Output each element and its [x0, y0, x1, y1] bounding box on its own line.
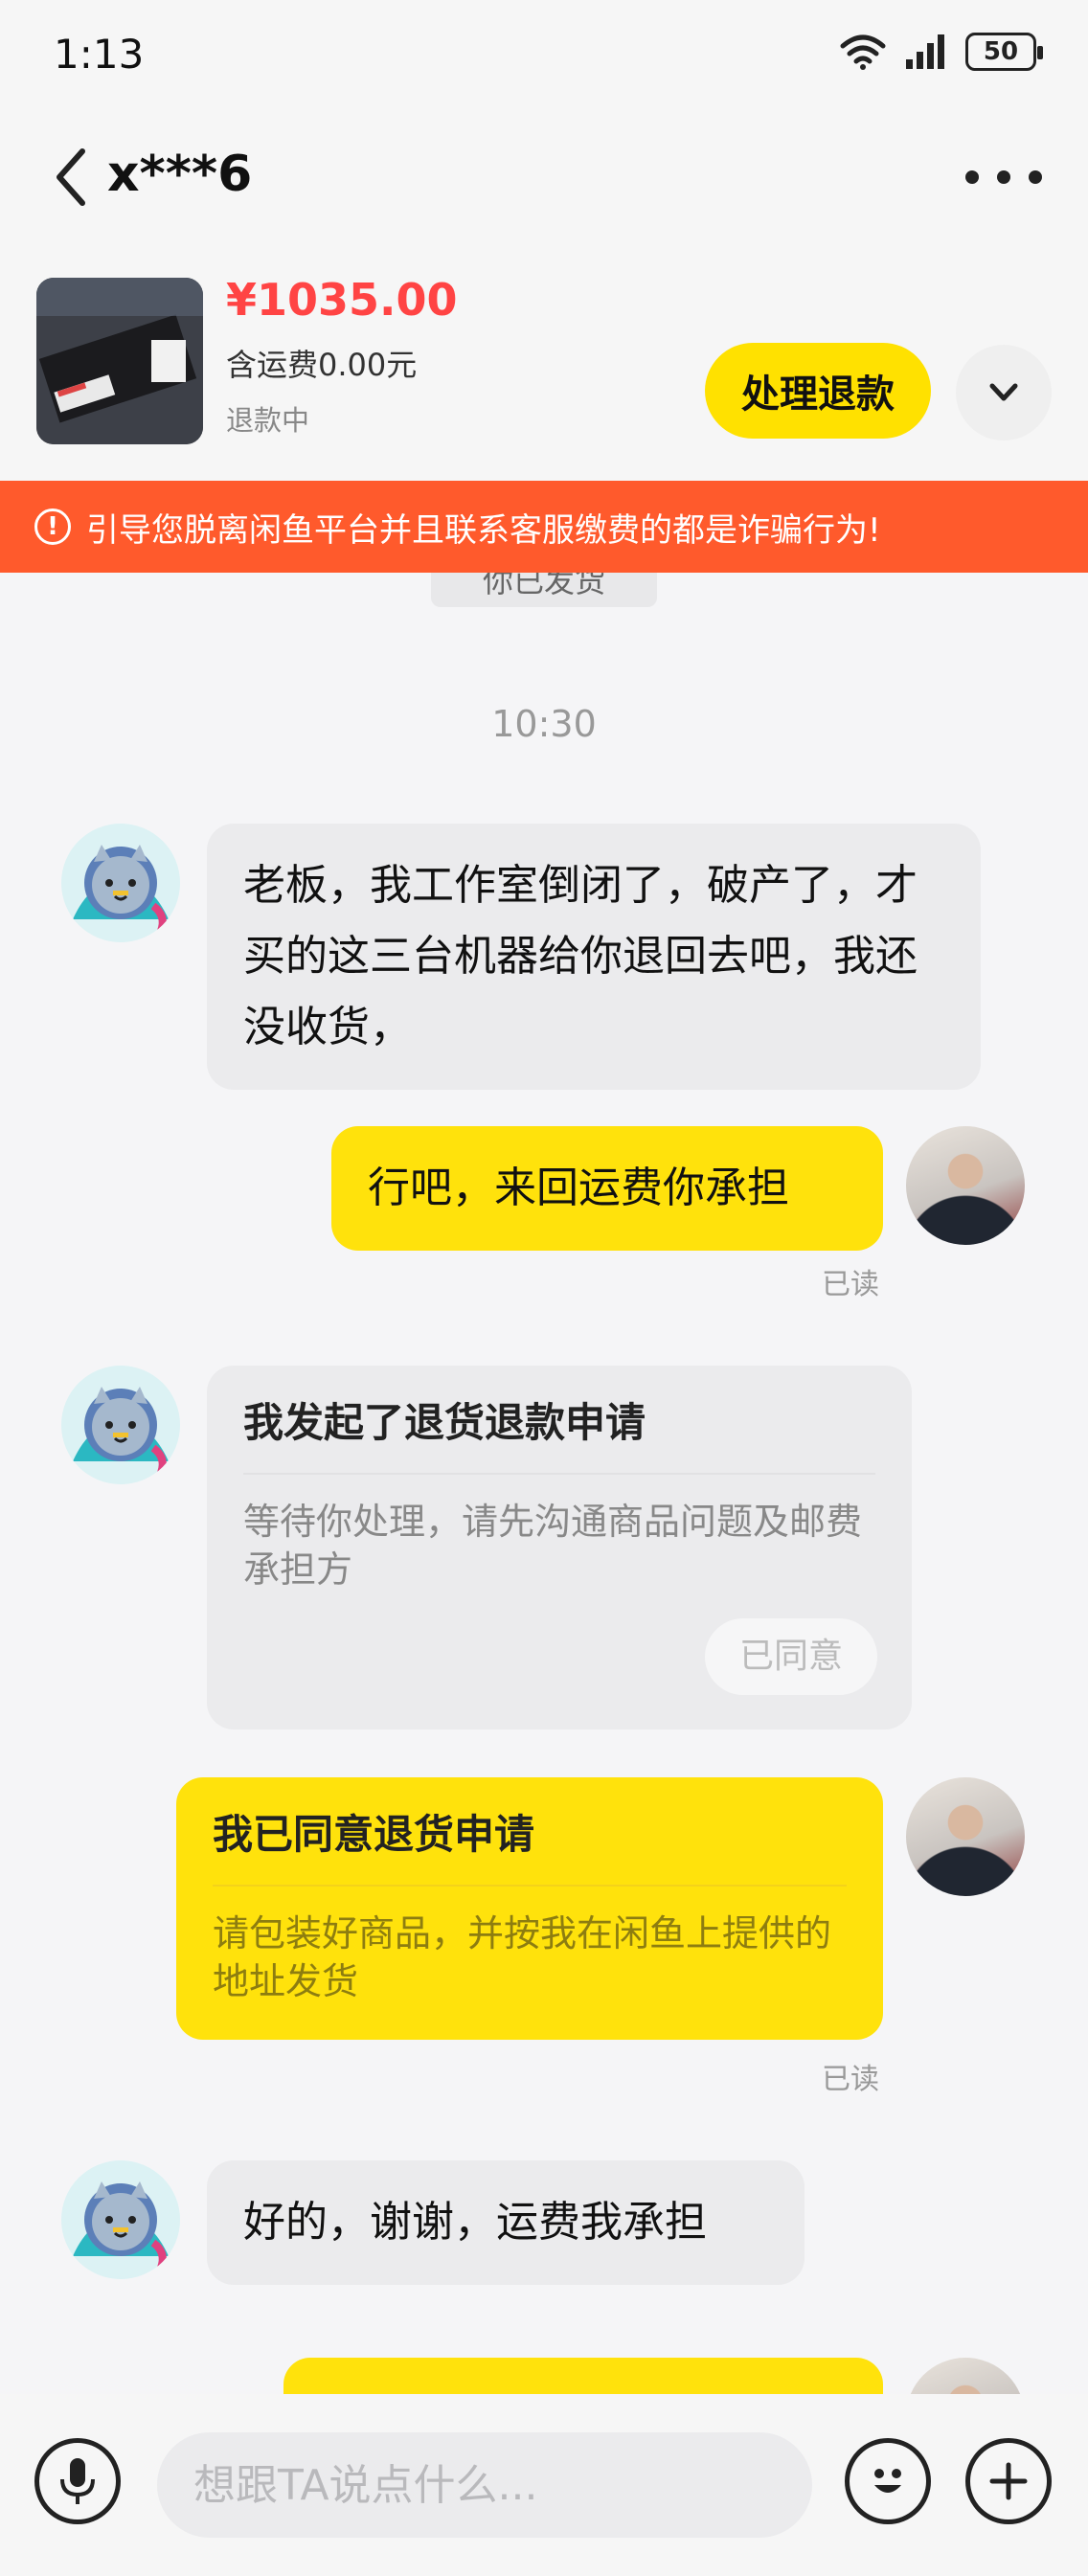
fraud-warning-banner: ! 引导您脱离闲鱼平台并且联系客服缴费的都是诈骗行为! — [0, 481, 1088, 573]
contact-avatar[interactable] — [61, 1366, 180, 1484]
status-time: 1:13 — [54, 31, 145, 78]
battery-level: 50 — [983, 37, 1019, 66]
more-actions-button[interactable] — [965, 2438, 1052, 2524]
product-thumbnail[interactable] — [36, 278, 203, 444]
cat-avatar-image — [61, 824, 180, 942]
agreed-button[interactable]: 已同意 — [705, 1618, 877, 1695]
return-approved-card[interactable]: 我已同意退货申请 请包装好商品，并按我在闲鱼上提供的地址发货 — [176, 1777, 883, 2040]
contact-avatar[interactable] — [61, 2160, 180, 2279]
cat-avatar-image — [61, 1366, 180, 1484]
dot-icon — [997, 170, 1010, 184]
message-bubble[interactable]: 行吧，来回运费你承担 — [331, 1126, 883, 1251]
input-bar — [0, 2394, 1088, 2576]
microphone-icon — [60, 2458, 95, 2504]
return-request-card[interactable]: 我发起了退货退款申请 等待你处理，请先沟通商品问题及邮费承担方 已同意 — [207, 1366, 912, 1729]
process-refund-button[interactable]: 处理退款 — [705, 343, 931, 439]
more-options-button[interactable] — [965, 153, 1042, 201]
message-input[interactable] — [157, 2432, 812, 2538]
my-avatar[interactable] — [906, 1777, 1025, 1896]
smile-icon — [874, 2469, 901, 2493]
product-price: ¥1035.00 — [226, 274, 458, 326]
read-receipt: 已读 — [822, 2063, 879, 2096]
card-title: 我已同意退货申请 — [213, 1811, 535, 1858]
wifi-icon — [840, 34, 886, 70]
chevron-left-icon — [57, 148, 85, 206]
chat-header: x***6 — [0, 115, 1088, 239]
product-card[interactable]: ¥1035.00 含运费0.00元 退款中 处理退款 — [0, 239, 1088, 481]
status-bar: 1:13 50 — [0, 0, 1088, 115]
warning-text: 引导您脱离闲鱼平台并且联系客服缴费的都是诈骗行为! — [86, 510, 881, 550]
my-avatar[interactable] — [906, 1126, 1025, 1245]
card-title: 我发起了退货退款申请 — [243, 1399, 646, 1446]
signal-icon — [906, 34, 944, 69]
chevron-down-icon — [989, 383, 1018, 401]
read-receipt: 已读 — [822, 1268, 879, 1301]
plus-icon — [989, 2462, 1028, 2500]
message-text: 行吧，来回运费你承担 — [368, 1164, 789, 1212]
card-body: 等待你处理，请先沟通商品问题及邮费承担方 — [243, 1501, 863, 1591]
shipping-info: 含运费0.00元 — [226, 347, 418, 383]
message-text: 老板，我工作室倒闭了，破产了，才买的这三台机器给你退回去吧，我还没收货， — [243, 861, 918, 1051]
cat-avatar-image — [61, 2160, 180, 2279]
message-text: 好的，谢谢，运费我承担 — [243, 2198, 707, 2247]
emoji-button[interactable] — [845, 2438, 931, 2524]
message-timestamp: 10:30 — [491, 703, 597, 745]
contact-name: x***6 — [107, 146, 253, 203]
card-body: 请包装好商品，并按我在闲鱼上提供的地址发货 — [213, 1912, 832, 2002]
message-bubble[interactable]: 好的，谢谢，运费我承担 — [207, 2160, 805, 2285]
product-image — [36, 278, 203, 444]
card-divider — [213, 1885, 847, 1887]
expand-button[interactable] — [956, 345, 1052, 441]
dot-icon — [965, 170, 979, 184]
warning-icon: ! — [34, 508, 71, 545]
battery-icon: 50 — [965, 33, 1043, 71]
message-bubble[interactable]: 老板，我工作室倒闭了，破产了，才买的这三台机器给你退回去吧，我还没收货， — [207, 824, 981, 1090]
contact-avatar[interactable] — [61, 824, 180, 942]
refund-status: 退款中 — [226, 404, 310, 437]
back-button[interactable] — [48, 144, 105, 211]
card-divider — [243, 1473, 875, 1475]
voice-button[interactable] — [34, 2438, 121, 2524]
dot-icon — [1029, 170, 1042, 184]
status-icons: 50 — [839, 33, 1043, 71]
